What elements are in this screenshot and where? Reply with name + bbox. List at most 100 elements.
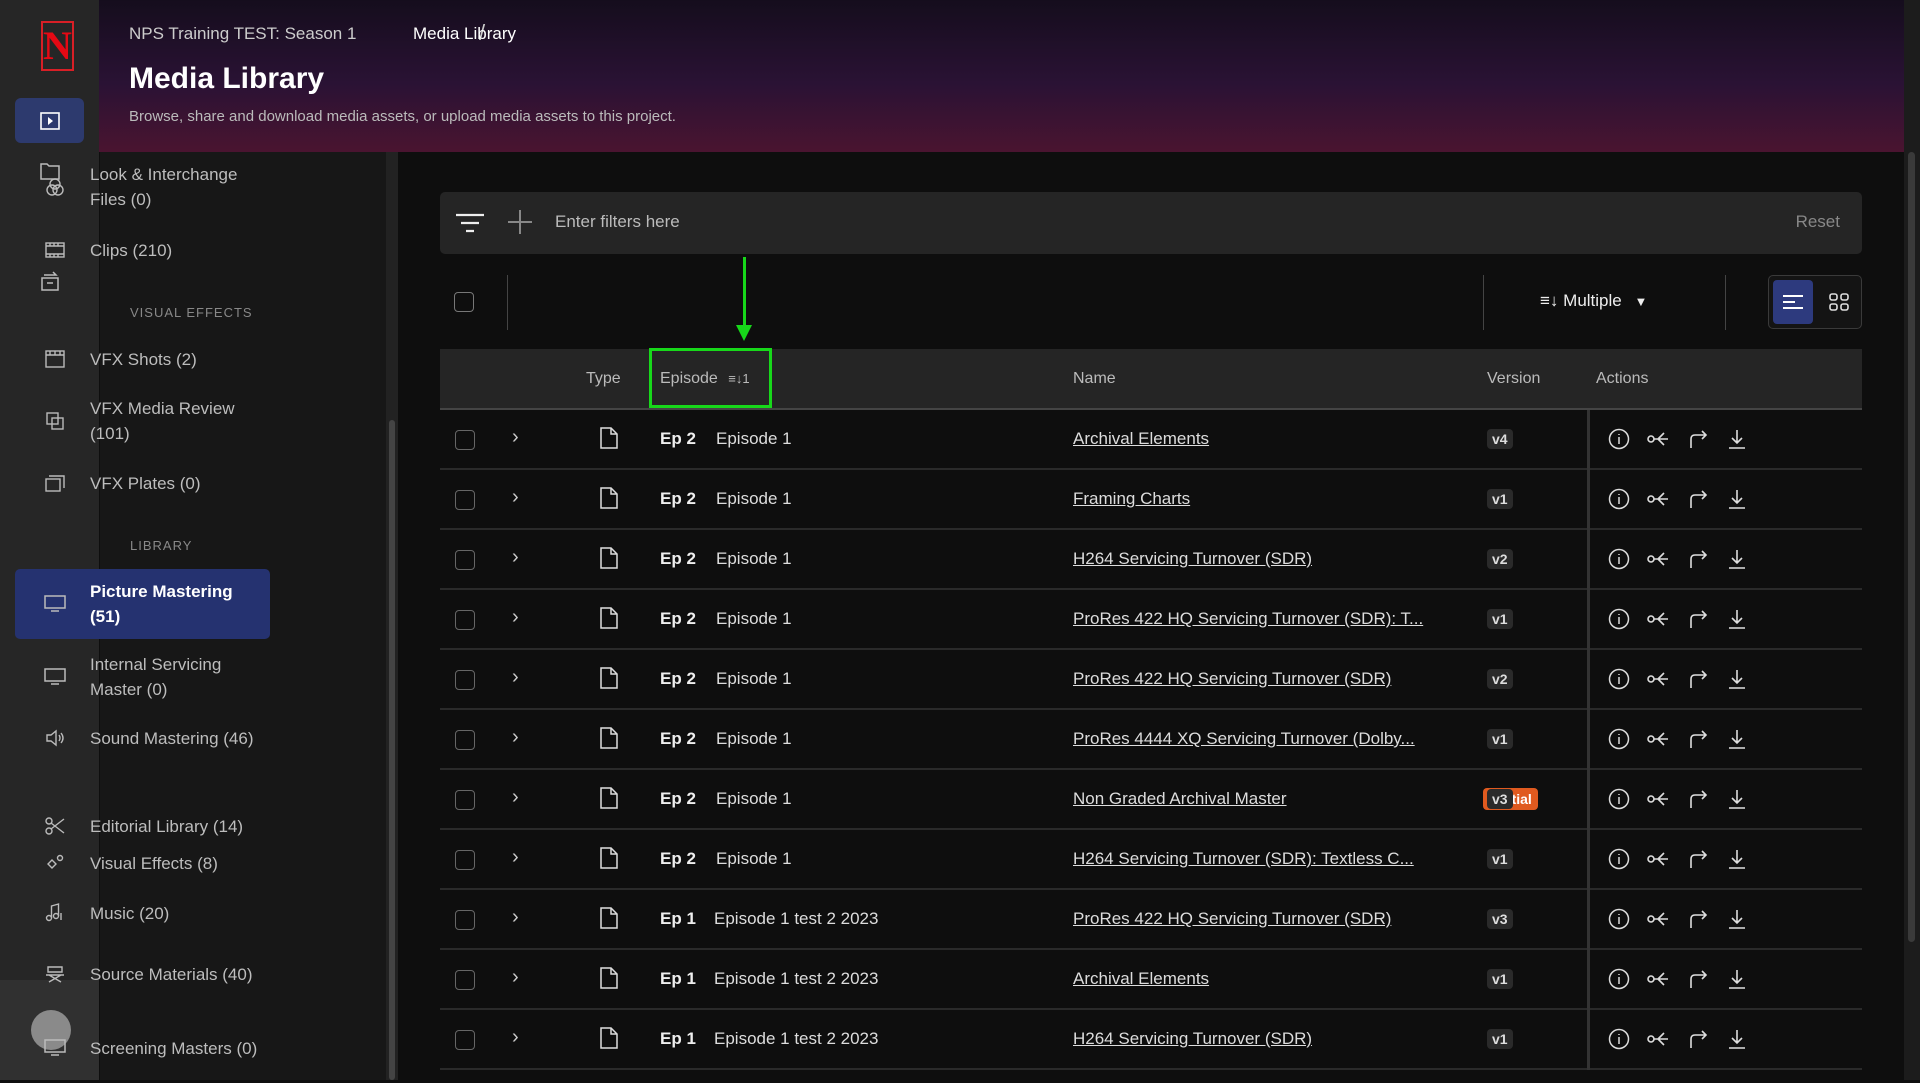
info-button[interactable] — [1606, 606, 1632, 632]
asset-name-link[interactable]: H264 Servicing Turnover (SDR) — [1073, 549, 1312, 569]
forward-button[interactable] — [1685, 726, 1711, 752]
asset-name-link[interactable]: ProRes 422 HQ Servicing Turnover (SDR) — [1073, 669, 1391, 689]
asset-name-link[interactable]: Archival Elements — [1073, 429, 1209, 449]
forward-button[interactable] — [1685, 966, 1711, 992]
table-row[interactable]: › Ep 2 Episode 1 ProRes 422 HQ Servicing… — [440, 590, 1862, 650]
download-button[interactable] — [1724, 426, 1750, 452]
download-button[interactable] — [1724, 1026, 1750, 1052]
table-row[interactable]: › Ep 2 Episode 1 Framing Charts v1 — [440, 470, 1862, 530]
download-button[interactable] — [1724, 966, 1750, 992]
info-button[interactable] — [1606, 846, 1632, 872]
table-row[interactable]: › Ep 2 Episode 1 H264 Servicing Turnover… — [440, 530, 1862, 590]
row-checkbox[interactable] — [455, 910, 475, 930]
share-button[interactable] — [1645, 426, 1671, 452]
forward-button[interactable] — [1685, 906, 1711, 932]
column-name[interactable]: Name — [1073, 370, 1116, 388]
reset-button[interactable]: Reset — [1796, 212, 1840, 232]
list-view-button[interactable] — [1773, 280, 1813, 324]
chevron-right-icon[interactable]: › — [512, 846, 519, 869]
download-button[interactable] — [1724, 486, 1750, 512]
info-button[interactable] — [1606, 426, 1632, 452]
info-button[interactable] — [1606, 486, 1632, 512]
download-button[interactable] — [1724, 846, 1750, 872]
chevron-right-icon[interactable]: › — [512, 726, 519, 749]
share-button[interactable] — [1645, 786, 1671, 812]
sidebar-item[interactable]: VFX Plates (0) — [15, 461, 270, 505]
forward-button[interactable] — [1685, 786, 1711, 812]
table-row[interactable]: › Ep 2 Episode 1 ProRes 4444 XQ Servicin… — [440, 710, 1862, 770]
sort-dropdown[interactable]: ≡↓ Multiple ▼ — [1540, 291, 1647, 311]
table-row[interactable]: › Ep 2 Episode 1 H264 Servicing Turnover… — [440, 830, 1862, 890]
chevron-right-icon[interactable]: › — [512, 906, 519, 929]
chevron-right-icon[interactable]: › — [512, 1026, 519, 1049]
netflix-logo[interactable]: N — [41, 21, 74, 71]
asset-name-link[interactable]: Non Graded Archival Master — [1073, 789, 1287, 809]
row-checkbox[interactable] — [455, 970, 475, 990]
share-button[interactable] — [1645, 846, 1671, 872]
sidebar-item[interactable]: Music (20) — [15, 891, 270, 935]
forward-button[interactable] — [1685, 1026, 1711, 1052]
sidebar-item[interactable]: VFX Shots (2) — [15, 337, 270, 381]
row-checkbox[interactable] — [455, 490, 475, 510]
sidebar-item[interactable]: Sound Mastering (46) — [15, 716, 270, 760]
table-row[interactable]: › Ep 2 Episode 1 ProRes 422 HQ Servicing… — [440, 650, 1862, 710]
media-library-nav-button[interactable] — [15, 98, 84, 143]
asset-name-link[interactable]: ProRes 422 HQ Servicing Turnover (SDR) — [1073, 909, 1391, 929]
info-button[interactable] — [1606, 1026, 1632, 1052]
info-button[interactable] — [1606, 726, 1632, 752]
table-row[interactable]: › Ep 1 Episode 1 test 2 2023 H264 Servic… — [440, 1010, 1862, 1070]
row-checkbox[interactable] — [455, 670, 475, 690]
table-row[interactable]: › Ep 1 Episode 1 test 2 2023 ProRes 422 … — [440, 890, 1862, 950]
chevron-right-icon[interactable]: › — [512, 666, 519, 689]
column-type[interactable]: Type — [586, 370, 621, 388]
asset-name-link[interactable]: H264 Servicing Turnover (SDR): Textless … — [1073, 849, 1414, 869]
table-row[interactable]: › Ep 2 Episode 1 Non Graded Archival Mas… — [440, 770, 1862, 830]
filter-input[interactable]: Enter filters here — [555, 212, 680, 232]
sidebar-item[interactable]: Internal Servicing Master (0) — [15, 642, 270, 712]
share-button[interactable] — [1645, 666, 1671, 692]
sidebar-item[interactable]: Clips (210) — [15, 228, 270, 272]
forward-button[interactable] — [1685, 846, 1711, 872]
share-button[interactable] — [1645, 906, 1671, 932]
download-button[interactable] — [1724, 666, 1750, 692]
asset-name-link[interactable]: Framing Charts — [1073, 489, 1190, 509]
info-button[interactable] — [1606, 906, 1632, 932]
info-button[interactable] — [1606, 546, 1632, 572]
asset-name-link[interactable]: H264 Servicing Turnover (SDR) — [1073, 1029, 1312, 1049]
chevron-right-icon[interactable]: › — [512, 786, 519, 809]
breadcrumb-project[interactable]: NPS Training TEST: Season 1 — [129, 24, 356, 44]
chevron-right-icon[interactable]: › — [512, 966, 519, 989]
chevron-right-icon[interactable]: › — [512, 426, 519, 449]
sidebar-item[interactable]: Screening Masters (0) — [15, 1013, 270, 1083]
row-checkbox[interactable] — [455, 430, 475, 450]
table-row[interactable]: › Ep 2 Episode 1 Archival Elements v4 — [440, 410, 1862, 470]
grid-view-button[interactable] — [1819, 280, 1859, 324]
download-button[interactable] — [1724, 906, 1750, 932]
row-checkbox[interactable] — [455, 550, 475, 570]
asset-name-link[interactable]: ProRes 4444 XQ Servicing Turnover (Dolby… — [1073, 729, 1415, 749]
select-all-checkbox[interactable] — [454, 292, 474, 312]
download-button[interactable] — [1724, 606, 1750, 632]
share-button[interactable] — [1645, 726, 1671, 752]
sidebar-item[interactable]: Look & Interchange Files (0) — [15, 152, 270, 222]
row-checkbox[interactable] — [455, 1030, 475, 1050]
chevron-right-icon[interactable]: › — [512, 546, 519, 569]
info-button[interactable] — [1606, 966, 1632, 992]
asset-name-link[interactable]: Archival Elements — [1073, 969, 1209, 989]
column-version[interactable]: Version — [1487, 370, 1540, 388]
asset-name-link[interactable]: ProRes 422 HQ Servicing Turnover (SDR): … — [1073, 609, 1423, 629]
forward-button[interactable] — [1685, 426, 1711, 452]
forward-button[interactable] — [1685, 486, 1711, 512]
info-button[interactable] — [1606, 786, 1632, 812]
chevron-right-icon[interactable]: › — [512, 606, 519, 629]
share-button[interactable] — [1645, 606, 1671, 632]
share-button[interactable] — [1645, 1026, 1671, 1052]
info-button[interactable] — [1606, 666, 1632, 692]
table-row[interactable]: › Ep 1 Episode 1 test 2 2023 Archival El… — [440, 950, 1862, 1010]
row-checkbox[interactable] — [455, 610, 475, 630]
sidebar-item[interactable]: Visual Effects (8) — [15, 841, 270, 885]
forward-button[interactable] — [1685, 606, 1711, 632]
chevron-right-icon[interactable]: › — [512, 486, 519, 509]
sidebar-item[interactable]: Picture Mastering (51) — [15, 569, 270, 639]
share-button[interactable] — [1645, 966, 1671, 992]
